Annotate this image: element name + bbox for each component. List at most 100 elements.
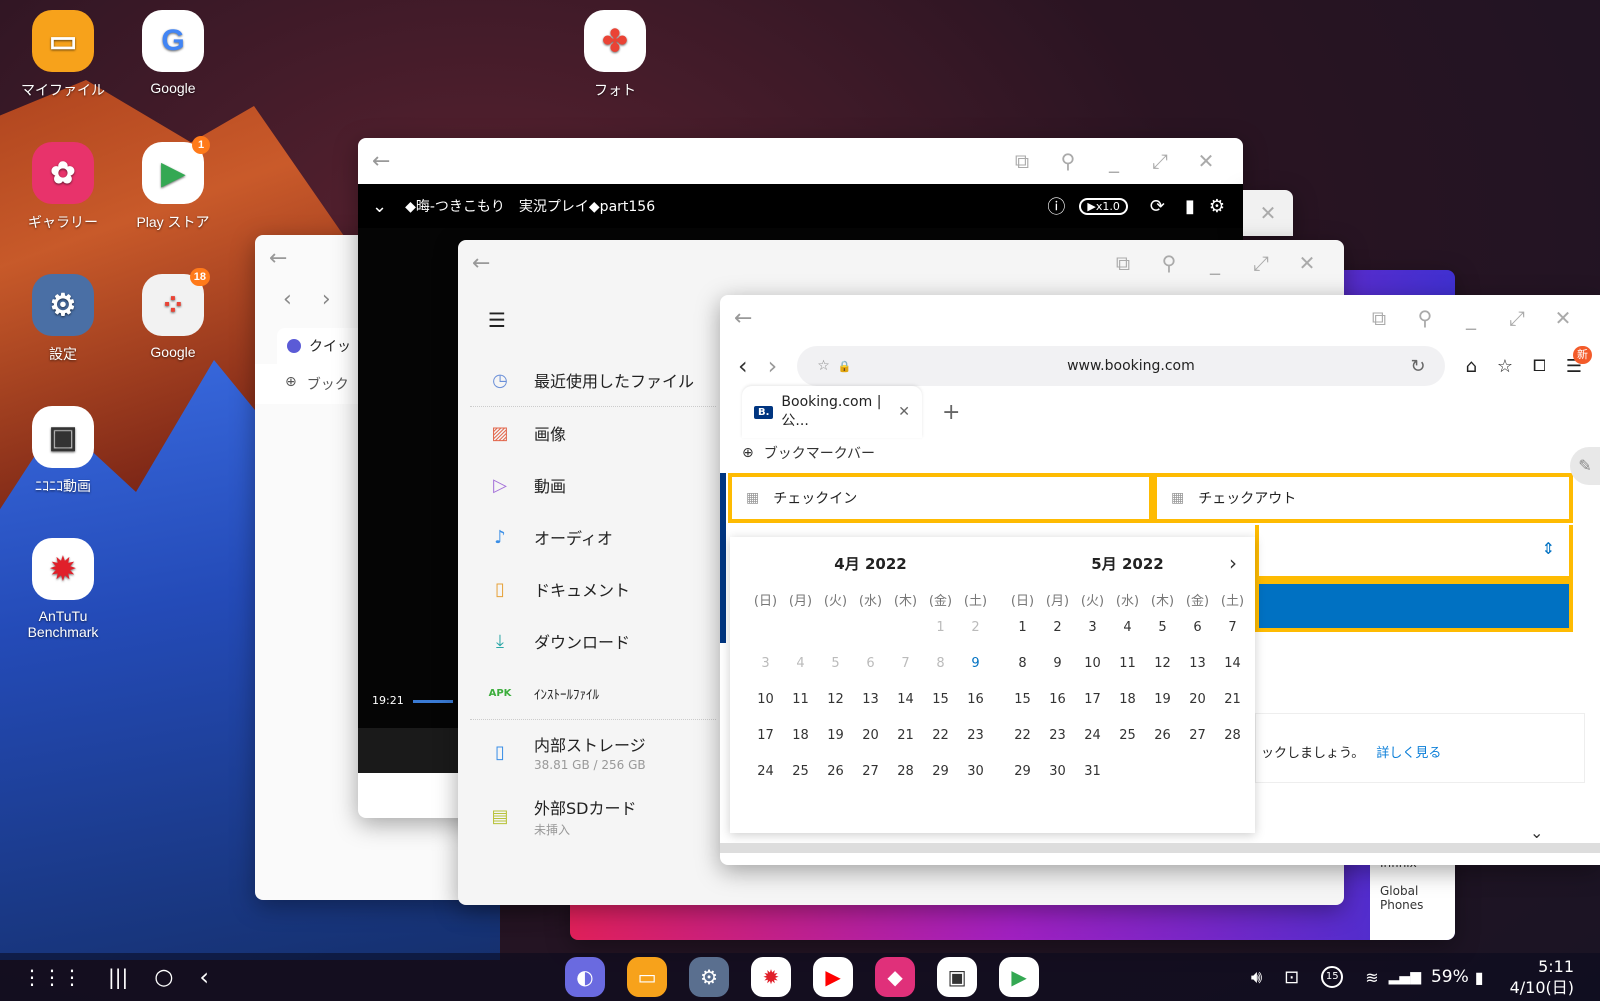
galaxy-store-icon[interactable]: ◆ [875, 957, 916, 997]
nav-back-icon[interactable]: ‹ [283, 287, 292, 312]
desktop-app[interactable]: ▭ マイファイル [8, 10, 118, 100]
volume-icon[interactable]: 🔊︎ [1251, 967, 1262, 988]
nav-back-icon[interactable]: ‹ [738, 352, 748, 380]
calendar-day[interactable]: 17 [1075, 692, 1110, 707]
calendar-day[interactable]: 21 [1215, 692, 1250, 707]
next-month-icon[interactable]: › [1229, 551, 1237, 575]
reload-icon[interactable]: ↻ [1410, 356, 1425, 377]
address-bar[interactable]: ☆ 🔒 www.booking.com ↻ [797, 346, 1446, 386]
calendar-day[interactable]: 4 [1110, 620, 1145, 635]
maximize-icon[interactable]: ⤢ [1494, 306, 1540, 330]
desktop-app[interactable]: ⁘ 18 Google [118, 268, 228, 360]
calendar-day[interactable]: 11 [783, 692, 818, 707]
calendar-day[interactable]: 26 [1145, 728, 1180, 743]
calendar-day[interactable]: 16 [958, 692, 993, 707]
file-category-item[interactable]: ▨ 画像 [458, 407, 716, 459]
play-store-icon[interactable]: ▶ [999, 957, 1040, 997]
calendar-day[interactable]: 30 [1040, 764, 1075, 779]
calendar-day[interactable]: 5 [818, 656, 853, 671]
home-icon[interactable]: ○ [154, 965, 173, 990]
new-tab-icon[interactable]: + [942, 400, 960, 425]
calendar-day[interactable]: 1 [1005, 620, 1040, 635]
calendar-day[interactable]: 15 [923, 692, 958, 707]
calendar-day[interactable]: 13 [1180, 656, 1215, 671]
file-category-item[interactable]: APK ｲﾝｽﾄｰﾙﾌｧｲﾙ [458, 667, 716, 719]
storage-item[interactable]: ▯ 内部ストレージ 38.81 GB / 256 GB [458, 720, 716, 784]
file-category-item[interactable]: ◷ 最近使用したファイル [458, 354, 716, 406]
bookmarks-icon[interactable]: ☆ [1497, 356, 1513, 377]
calendar-day[interactable]: 20 [853, 728, 888, 743]
calendar-day[interactable]: 3 [1075, 620, 1110, 635]
repeat-icon[interactable]: ⟳ [1150, 196, 1165, 217]
minimize-icon[interactable]: _ [1192, 251, 1238, 275]
calendar-day[interactable]: 2 [958, 620, 993, 635]
calendar-day[interactable]: 1 [923, 620, 958, 635]
pin-icon[interactable]: ⚲ [1045, 149, 1091, 173]
split-icon[interactable]: ⧉ [1356, 306, 1402, 330]
pin-icon[interactable]: ⚲ [1146, 251, 1192, 275]
calendar-day[interactable]: 26 [818, 764, 853, 779]
app-drawer-icon[interactable]: ⋮⋮⋮ [22, 965, 82, 989]
file-category-item[interactable]: ▯ ドキュメント [458, 563, 716, 615]
calendar-day[interactable]: 31 [1075, 764, 1110, 779]
back-arrow-icon[interactable]: ← [734, 306, 752, 331]
calendar-day[interactable]: 10 [1075, 656, 1110, 671]
niconico-icon[interactable]: ▣ [937, 957, 978, 997]
calendar-day[interactable]: 15 [1005, 692, 1040, 707]
desktop-app[interactable]: ✿ ギャラリー [8, 142, 118, 232]
guests-select[interactable]: ⇕ [1255, 525, 1573, 580]
split-icon[interactable]: ⧉ [999, 149, 1045, 173]
star-icon[interactable]: ☆ [817, 358, 830, 374]
close-icon[interactable]: ✕ [1183, 149, 1229, 173]
home-icon[interactable]: ⌂ [1465, 356, 1476, 377]
calendar-day[interactable]: 29 [923, 764, 958, 779]
desktop-app[interactable]: ✤ フォト [560, 10, 670, 100]
calendar-day[interactable]: 4 [783, 656, 818, 671]
close-icon[interactable]: ✕ [1540, 306, 1586, 330]
nav-forward-icon[interactable]: › [322, 287, 331, 312]
screenshot-icon[interactable]: ⊡ [1284, 967, 1299, 988]
menu-icon[interactable]: ☰ 新 [1566, 345, 1592, 377]
calendar-day[interactable]: 19 [818, 728, 853, 743]
notification-count[interactable]: 15 [1321, 966, 1344, 988]
calendar-day[interactable]: 2 [1040, 620, 1075, 635]
calendar-day[interactable]: 14 [888, 692, 923, 707]
clock[interactable]: 5:11 4/10(日) [1510, 956, 1574, 998]
close-tab-icon[interactable]: ✕ [898, 404, 910, 420]
back-arrow-icon[interactable]: ← [372, 149, 390, 174]
calendar-day[interactable]: 7 [1215, 620, 1250, 635]
calendar-day[interactable]: 9 [1040, 656, 1075, 671]
video-progress[interactable] [413, 700, 453, 703]
calendar-day[interactable]: 25 [783, 764, 818, 779]
calendar-day[interactable]: 22 [923, 728, 958, 743]
info-icon[interactable]: ⓘ [1047, 193, 1065, 219]
url-text[interactable]: www.booking.com [851, 358, 1410, 374]
minimize-icon[interactable]: _ [1091, 149, 1137, 173]
calendar-day[interactable]: 8 [1005, 656, 1040, 671]
close-icon[interactable]: ✕ [1284, 251, 1330, 275]
calendar-day[interactable]: 20 [1180, 692, 1215, 707]
calendar-day[interactable]: 7 [888, 656, 923, 671]
calendar-day[interactable]: 23 [1040, 728, 1075, 743]
youtube-icon[interactable]: ▶ [813, 957, 854, 997]
calendar-day[interactable]: 23 [958, 728, 993, 743]
calendar-day[interactable]: 5 [1145, 620, 1180, 635]
speed-button[interactable]: ▶x1.0 [1079, 197, 1128, 215]
calendar-day[interactable]: 6 [853, 656, 888, 671]
calendar-day[interactable]: 6 [1180, 620, 1215, 635]
edit-handle-icon[interactable]: ✎ [1570, 447, 1600, 485]
gear-icon[interactable]: ⚙ [1209, 196, 1225, 217]
back-icon[interactable]: ‹ [199, 963, 209, 991]
learn-more-link[interactable]: 詳しく見る [1376, 746, 1441, 761]
horizontal-scrollbar[interactable] [720, 843, 1600, 853]
settings-icon[interactable]: ⚙ [689, 957, 730, 997]
desktop-app[interactable]: ✹ AnTuTu Benchmark [8, 538, 118, 640]
calendar-day[interactable]: 25 [1110, 728, 1145, 743]
calendar-day[interactable]: 19 [1145, 692, 1180, 707]
calendar-day[interactable]: 12 [1145, 656, 1180, 671]
search-button[interactable] [1255, 580, 1573, 632]
my-files-icon[interactable]: ▭ [627, 957, 668, 997]
calendar-day[interactable]: 18 [783, 728, 818, 743]
calendar-day[interactable]: 27 [853, 764, 888, 779]
split-icon[interactable]: ⧉ [1100, 251, 1146, 275]
